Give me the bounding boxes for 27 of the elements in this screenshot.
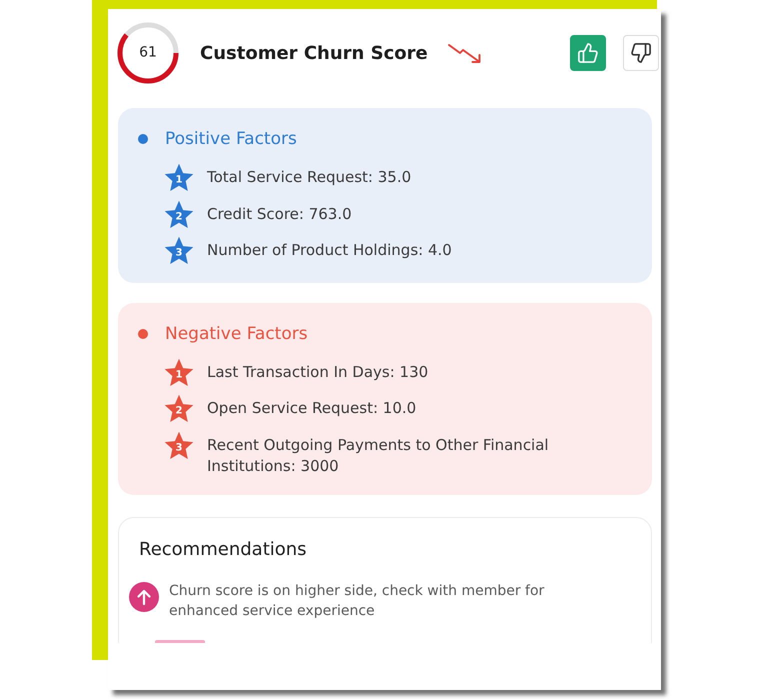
rank-badge: 3: [164, 236, 194, 264]
thumbs-down-icon: [631, 43, 651, 63]
rank-badge: 2: [164, 200, 194, 228]
thumbs-up-button[interactable]: [570, 35, 606, 71]
factor-text: Open Service Request: 10.0: [207, 398, 416, 419]
score-gauge: [117, 22, 179, 84]
factor-text: Total Service Request: 35.0: [207, 167, 412, 188]
rank-badge: 2: [164, 394, 194, 422]
factor-text: Last Transaction In Days: 130: [207, 362, 428, 382]
factors-heading: Negative Factors: [165, 322, 308, 344]
factor-text: Number of Product Holdings: 4.0: [207, 240, 452, 261]
factor-text: Recent Outgoing Payments to Other Financial Institutions: 3000: [207, 434, 550, 476]
bullet-dot-icon: [138, 134, 148, 144]
arrow-up-icon: [129, 582, 159, 612]
thumbs-down-button[interactable]: [623, 35, 659, 71]
rank-badge: 3: [164, 430, 194, 459]
recommendations-heading: Recommendations: [139, 538, 308, 560]
trend-down-icon: [446, 42, 482, 64]
factor-text: Credit Score: 763.0: [207, 204, 352, 224]
thumbs-up-icon: [578, 43, 598, 63]
recommendation-text: Churn score is on higher side, check with member for enhanced service experience: [169, 582, 546, 620]
rank-badge: 1: [164, 358, 194, 386]
card-title: Customer Churn Score: [200, 42, 428, 64]
rank-badge: 1: [164, 163, 194, 192]
bullet-dot-icon: [138, 328, 148, 338]
factors-heading: Positive Factors: [165, 128, 297, 150]
score-value: 61: [139, 44, 157, 62]
